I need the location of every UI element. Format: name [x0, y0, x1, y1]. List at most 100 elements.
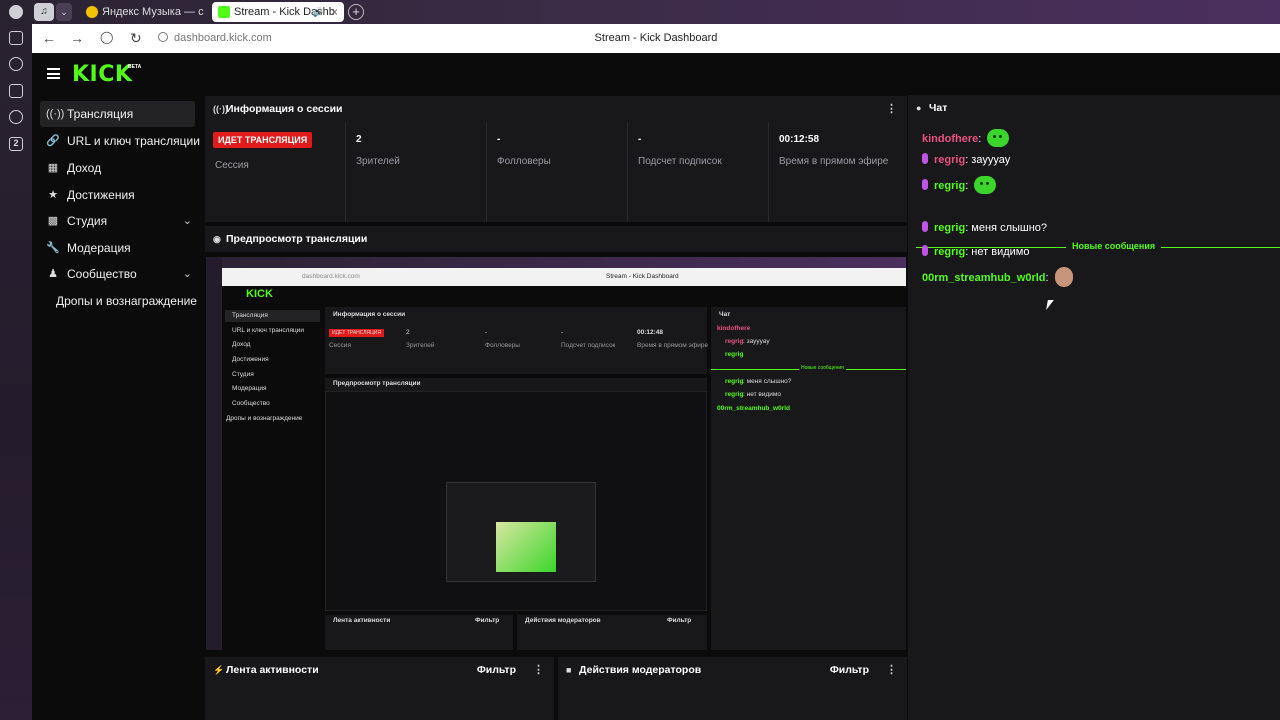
chat-username[interactable]: regrig	[934, 222, 965, 234]
sidebar-item-drops[interactable]: Дропы и вознаграждение	[40, 288, 197, 314]
panel-header: ● Чат	[908, 95, 1280, 121]
stat-subscriptions: - Подсчет подписок	[627, 122, 768, 222]
kick-logo[interactable]: KICK	[72, 62, 132, 87]
green-blob-emote-icon	[987, 129, 1010, 147]
new-messages-label: Новые сообщения	[1066, 241, 1162, 251]
new-tab-button[interactable]: +	[348, 4, 364, 20]
broadcast-icon: ((·))	[46, 108, 65, 120]
more-options-icon[interactable]: ⋮	[886, 657, 897, 683]
browser-logo-icon[interactable]	[9, 5, 23, 19]
os-sidebar: 2	[0, 0, 32, 720]
chevron-down-icon[interactable]: ⌄	[183, 261, 192, 287]
more-options-icon[interactable]: ⋮	[886, 96, 897, 122]
menu-icon[interactable]	[47, 68, 60, 79]
sidebar-item-broadcast[interactable]: ((·)) Трансляция	[40, 101, 195, 127]
preview-chat-text: : зауууау	[743, 338, 770, 345]
studio-icon: ▩	[47, 215, 59, 227]
chat-username[interactable]: regrig	[934, 246, 965, 258]
chat-message: regrig: нет видимо	[922, 245, 1029, 258]
preview-chat-user: regrig	[725, 378, 744, 385]
preview-app: KICK Трансляция URL и ключ трансляции До…	[222, 286, 906, 650]
filter-button[interactable]: Фильтр	[477, 657, 516, 683]
stat-label: Время в прямом эфире	[779, 156, 889, 167]
chat-username[interactable]: regrig	[934, 180, 965, 192]
chevron-down-icon[interactable]: ⌄	[183, 208, 192, 234]
beta-badge: BETA	[128, 64, 142, 70]
green-blob-emote-icon	[974, 176, 997, 194]
preview-session-title: Информация о сессии	[333, 311, 406, 318]
preview-os-sidebar	[206, 257, 222, 650]
panel-title: Лента активности	[226, 664, 319, 676]
more-options-icon[interactable]: ⋮	[533, 657, 544, 683]
tab-label: Яндекс Музыка — с	[102, 6, 204, 18]
address-bar: ← → ◯ ↻ dashboard.kick.com Stream - Kick…	[32, 24, 1280, 53]
preview-filter: Фильтр	[475, 617, 500, 624]
speaker-icon[interactable]: ♫	[34, 3, 54, 21]
chat-username[interactable]: kindofhere	[922, 133, 978, 145]
chat-message: regrig: зауууау	[922, 153, 1010, 166]
stat-followers: - Фолловеры	[486, 122, 627, 222]
chat-message: 00rm_streamhub_w0rld:	[922, 267, 1073, 287]
preview-stat-label: Зрителей	[406, 342, 435, 349]
panel-title: Действия модераторов	[579, 664, 702, 676]
preview-stat-value: -	[561, 329, 564, 336]
stat-value: 00:12:58	[779, 134, 820, 145]
moderation-panel: ■ Действия модераторов Фильтр ⋮	[558, 657, 907, 720]
sidebar-item-label: URL и ключ трансляции	[67, 134, 200, 148]
preview-activity-title: Лента активности	[333, 617, 391, 624]
preview-sidebar-item: URL и ключ трансляции	[232, 327, 304, 334]
preview-stat-value: 2	[406, 329, 410, 336]
chat-username[interactable]: 00rm_streamhub_w0rld	[922, 272, 1046, 284]
preview-stat-value: -	[485, 329, 488, 336]
preview-icon: ◉	[213, 234, 221, 244]
tabs-icon[interactable]	[9, 31, 23, 45]
mic-badge-icon	[922, 221, 928, 232]
sidebar-item-studio[interactable]: ▩ Студия ⌄	[40, 208, 195, 234]
stat-label: Подсчет подписок	[638, 156, 722, 167]
preview-filter: Фильтр	[667, 617, 692, 624]
link-icon: 🔗	[46, 135, 60, 147]
preview-sidebar-item: Модерация	[232, 385, 267, 392]
preview-chat-text: : нет видимо	[743, 391, 781, 398]
chat-text: : зауууау	[965, 154, 1011, 166]
sidebar-item-label: Дропы и вознаграждение	[56, 294, 197, 308]
mic-badge-icon	[922, 153, 928, 164]
sidebar-item-community[interactable]: ♟ Сообщество ⌄	[40, 261, 195, 287]
yandex-music-favicon-icon	[86, 6, 98, 18]
users-icon: ♟	[48, 268, 58, 280]
close-tab-icon[interactable]: ×	[331, 2, 338, 22]
stat-label: Зрителей	[356, 156, 400, 167]
filter-button[interactable]: Фильтр	[830, 657, 869, 683]
audio-icon[interactable]: 🔊	[313, 2, 324, 22]
workspace-badge[interactable]: 2	[9, 137, 23, 151]
sidebar-item-achievements[interactable]: ★ Достижения	[40, 182, 195, 208]
broadcast-icon: ((·))	[213, 104, 228, 114]
preview-moderation-panel: Действия модераторов Фильтр	[517, 615, 707, 650]
panel-header: ⚡ Лента активности Фильтр ⋮	[205, 657, 554, 683]
chat-text: : нет видимо	[965, 246, 1030, 258]
history-icon[interactable]	[9, 57, 23, 71]
chat-panel: ● Чат kindofhere: regrig: зауууау regrig…	[908, 95, 1280, 720]
sidebar-item-income[interactable]: ▦ Доход	[40, 155, 195, 181]
stream-preview-video[interactable]: dashboard.kick.com Stream - Kick Dashboa…	[206, 257, 906, 650]
tab-kick-dashboard[interactable]: Stream - Kick Dashb 🔊 ×	[212, 2, 344, 22]
sidebar-item-label: Сообщество	[67, 267, 137, 281]
sidebar-item-moderation[interactable]: 🔧 Модерация	[40, 235, 195, 261]
tab-yandex-music[interactable]: Яндекс Музыка — с	[80, 2, 204, 22]
sidebar-item-label: Трансляция	[67, 107, 134, 121]
page-title: Stream - Kick Dashboard	[594, 32, 718, 44]
stat-viewers: 2 Зрителей	[345, 122, 486, 222]
face-emote-icon	[1054, 267, 1073, 287]
media-icon[interactable]	[9, 110, 23, 124]
preview-nested-stream	[325, 391, 707, 611]
preview-preview-header: Предпросмотр трансляции	[325, 378, 707, 391]
shield-icon: ■	[566, 665, 572, 675]
sidebar-item-label: Модерация	[67, 241, 131, 255]
chevron-down-icon[interactable]: ⌄	[56, 3, 72, 21]
sidebar-item-url-key[interactable]: 🔗 URL и ключ трансляции	[40, 128, 200, 154]
chat-username[interactable]: regrig	[934, 154, 965, 166]
preview-chat-user: regrig	[725, 338, 744, 345]
sidebar-item-label: Достижения	[67, 188, 135, 202]
screenshot-icon[interactable]	[9, 84, 23, 98]
preview-sidebar-item: Трансляция	[232, 312, 268, 319]
